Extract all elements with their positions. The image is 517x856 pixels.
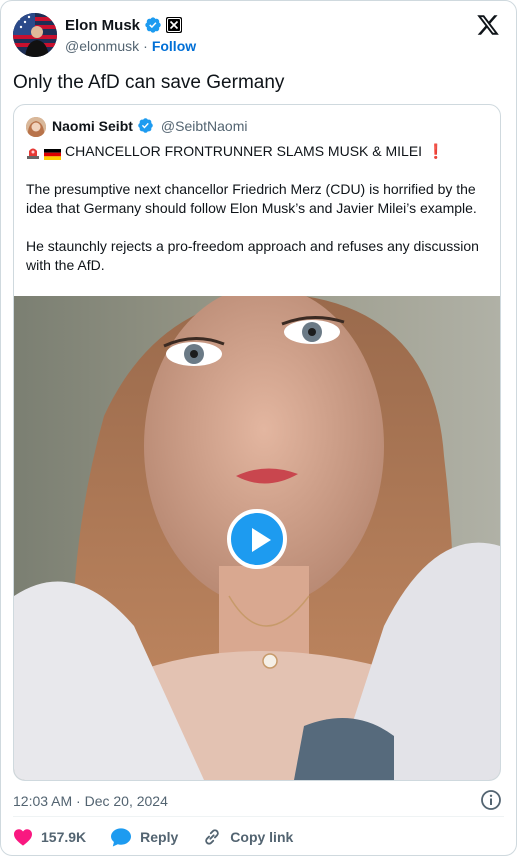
verified-badge-icon bbox=[144, 16, 162, 34]
separator-dot: · bbox=[143, 38, 148, 54]
author-handle[interactable]: @elonmusk bbox=[65, 38, 139, 54]
quoted-author-row: Naomi Seibt @SeibtNaomi bbox=[52, 117, 247, 135]
siren-emoji-icon bbox=[26, 145, 40, 159]
germany-flag-icon bbox=[44, 146, 61, 160]
copy-link-label: Copy link bbox=[230, 829, 294, 845]
follow-link[interactable]: Follow bbox=[152, 38, 196, 54]
author-name-row: Elon Musk bbox=[65, 16, 183, 34]
exclamation-emoji-icon: ❗ bbox=[427, 143, 445, 159]
x-affiliation-icon bbox=[166, 17, 183, 33]
quoted-author-name[interactable]: Naomi Seibt bbox=[52, 118, 133, 134]
copy-link-button[interactable]: Copy link bbox=[202, 827, 293, 847]
x-logo-icon[interactable] bbox=[476, 13, 500, 37]
post-timestamp[interactable]: 12:03 AM · Dec 20, 2024 bbox=[13, 793, 168, 809]
link-icon bbox=[205, 829, 220, 845]
quoted-headline-row: CHANCELLOR FRONTRUNNER SLAMS MUSK & MILE… bbox=[26, 142, 492, 161]
quoted-author-avatar[interactable] bbox=[26, 117, 46, 137]
reply-label: Reply bbox=[140, 829, 179, 845]
quoted-author-handle[interactable]: @SeibtNaomi bbox=[161, 118, 248, 134]
play-button[interactable] bbox=[227, 509, 287, 569]
divider bbox=[13, 816, 504, 817]
reply-bubble-icon bbox=[111, 828, 132, 847]
author-name[interactable]: Elon Musk bbox=[65, 17, 140, 34]
quoted-paragraph-2: He staunchly rejects a pro-freedom appro… bbox=[26, 238, 479, 273]
reply-button[interactable]: Reply bbox=[110, 827, 178, 847]
post-text: Only the AfD can save Germany bbox=[13, 72, 285, 93]
quoted-post[interactable]: Naomi Seibt @SeibtNaomi CHANCELLOR FRONT… bbox=[13, 104, 501, 781]
action-bar: 157.9K Reply Copy link bbox=[13, 827, 293, 847]
author-avatar[interactable] bbox=[13, 13, 57, 57]
author-handle-row: @elonmusk · Follow bbox=[65, 38, 196, 54]
verified-badge-icon bbox=[137, 117, 155, 135]
quoted-headline: CHANCELLOR FRONTRUNNER SLAMS MUSK & MILE… bbox=[65, 143, 423, 159]
like-button[interactable]: 157.9K bbox=[13, 828, 86, 846]
quoted-paragraph-1: The presumptive next chancellor Friedric… bbox=[26, 181, 477, 216]
video-thumbnail[interactable] bbox=[14, 296, 500, 780]
quoted-post-body: CHANCELLOR FRONTRUNNER SLAMS MUSK & MILE… bbox=[26, 142, 492, 294]
heart-icon bbox=[14, 829, 32, 846]
info-icon[interactable] bbox=[480, 789, 502, 811]
play-icon bbox=[252, 528, 271, 552]
embedded-post-card: Elon Musk @elonmusk · Follow Only the Af… bbox=[0, 0, 517, 856]
like-count: 157.9K bbox=[41, 829, 87, 845]
